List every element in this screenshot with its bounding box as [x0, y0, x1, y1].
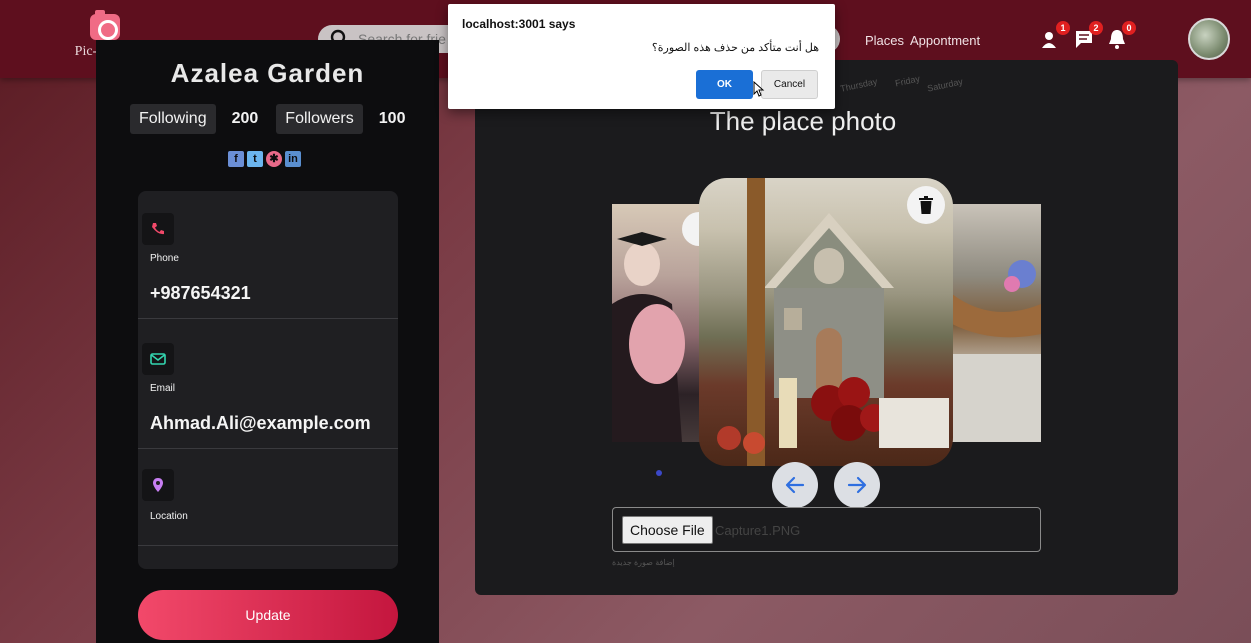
- phone-value: +987654321: [150, 283, 251, 303]
- notifications-badge: 0: [1122, 21, 1136, 35]
- dialog-title: localhost:3001 says: [462, 17, 576, 31]
- social-links: f t ✱ in: [228, 151, 301, 167]
- location-item: Location: [138, 451, 398, 546]
- user-avatar[interactable]: [1188, 18, 1230, 60]
- phone-label: Phone: [150, 253, 179, 264]
- selected-file-name: Capture1.PNG: [715, 523, 801, 538]
- email-label: Email: [150, 383, 176, 394]
- update-button[interactable]: Update: [138, 590, 398, 640]
- followers-count: 100: [378, 110, 406, 127]
- delete-photo-button[interactable]: [907, 186, 945, 224]
- facebook-icon[interactable]: f: [228, 151, 244, 167]
- mouse-cursor-icon: [753, 81, 765, 97]
- linkedin-icon[interactable]: in: [285, 151, 301, 167]
- friend-requests-icon[interactable]: 1: [1040, 21, 1070, 50]
- twitter-icon[interactable]: t: [247, 151, 263, 167]
- carousel-image-next[interactable]: [952, 204, 1041, 442]
- carousel-next-button[interactable]: [834, 462, 880, 508]
- contact-info-card: Phone +987654321 Email Ahmad.Ali@example…: [138, 191, 398, 569]
- following-count: 200: [231, 110, 259, 127]
- choose-file-button[interactable]: Choose File: [622, 516, 713, 544]
- confirm-dialog: localhost:3001 says هل أنت متأكد من حذف …: [448, 4, 835, 109]
- dialog-message: هل أنت متأكد من حذف هذه الصورة؟: [651, 42, 819, 54]
- nav-link-places[interactable]: Places: [865, 33, 904, 48]
- email-value: Ahmad.Ali@example.com: [150, 413, 371, 433]
- followers-label[interactable]: Followers: [276, 104, 363, 134]
- nav-link-appointment[interactable]: Appontment: [910, 33, 980, 48]
- mail-icon: [142, 343, 174, 375]
- cancel-button[interactable]: Cancel: [761, 70, 818, 99]
- file-upload-field[interactable]: Choose File Capture1.PNG: [612, 507, 1041, 552]
- following-label[interactable]: Following: [130, 104, 216, 134]
- ok-button[interactable]: OK: [696, 70, 753, 99]
- carousel-image-current[interactable]: [699, 178, 953, 466]
- camera-icon: [90, 10, 120, 40]
- location-pin-icon: [142, 469, 174, 501]
- phone-item: Phone +987654321: [138, 191, 398, 319]
- boat-photo: [952, 260, 1041, 442]
- email-item: Email Ahmad.Ali@example.com: [138, 321, 398, 449]
- location-label: Location: [150, 511, 188, 522]
- trash-icon: [919, 196, 933, 214]
- messages-icon[interactable]: 2: [1073, 21, 1103, 50]
- phone-icon: [142, 213, 174, 245]
- carousel-image-previous[interactable]: [612, 204, 700, 442]
- dribbble-icon[interactable]: ✱: [266, 151, 282, 167]
- carousel-prev-button[interactable]: [772, 462, 818, 508]
- carousel-indicator[interactable]: [656, 470, 662, 476]
- flowers-table: [717, 178, 949, 466]
- arrow-right-icon: [847, 476, 867, 494]
- profile-name: Azalea Garden: [170, 58, 365, 88]
- upload-helper-text: إضافة صورة جديدة: [612, 558, 675, 567]
- friend-requests-badge: 1: [1056, 21, 1070, 35]
- arrow-left-icon: [785, 476, 805, 494]
- follow-stats: Following 200 Followers 100: [130, 104, 423, 134]
- bell-icon[interactable]: 0: [1106, 21, 1136, 50]
- messages-badge: 2: [1089, 21, 1103, 35]
